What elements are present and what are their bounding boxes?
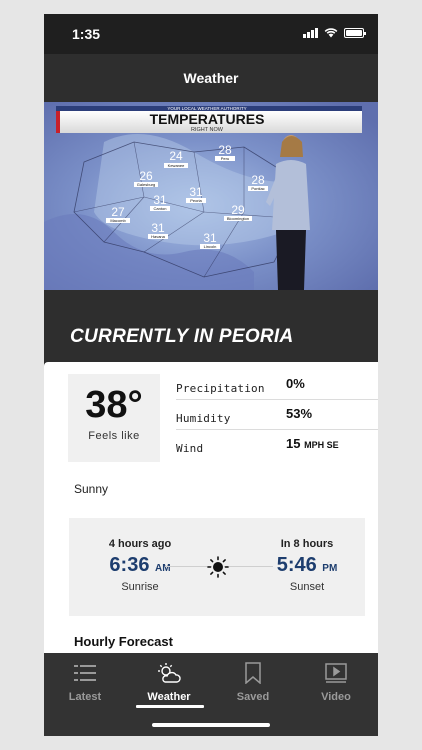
svg-text:Macomb: Macomb: [110, 218, 126, 223]
hourly-forecast-heading: Hourly Forecast: [74, 634, 173, 649]
svg-text:Peoria: Peoria: [190, 198, 202, 203]
svg-text:24: 24: [169, 149, 183, 163]
temperature-map: YOUR LOCAL WEATHER AUTHORITY TEMPERATURE…: [44, 102, 378, 290]
tab-label: Weather: [147, 691, 191, 703]
svg-text:Galesburg: Galesburg: [137, 182, 155, 187]
svg-text:27: 27: [111, 205, 125, 219]
stat-wind: Wind 15 MPH SE: [176, 430, 378, 460]
status-time: 1:35: [72, 26, 101, 42]
tab-label: Saved: [236, 691, 270, 703]
wifi-icon: [324, 28, 338, 38]
svg-text:Pontiac: Pontiac: [251, 186, 264, 191]
nav-bar: Weather: [44, 54, 378, 102]
temperature-box: 38° Feels like: [68, 374, 160, 462]
home-indicator[interactable]: [152, 723, 270, 727]
tab-video[interactable]: Video: [301, 661, 371, 703]
weather-video-player[interactable]: YOUR LOCAL WEATHER AUTHORITY TEMPERATURE…: [44, 102, 378, 290]
tab-latest[interactable]: Latest: [50, 661, 120, 703]
active-tab-indicator: [136, 705, 204, 708]
banner-title: TEMPERATURES: [150, 111, 265, 127]
sunrise-relative: 4 hours ago: [108, 538, 172, 550]
stat-label: Wind: [176, 442, 204, 455]
svg-text:Kewanee: Kewanee: [168, 163, 185, 168]
sunset-label: Sunset: [289, 581, 325, 593]
battery-icon: [344, 27, 366, 38]
svg-text:29: 29: [231, 203, 245, 217]
phone-screen: 1:35 Weather YOUR LOCAL WEATHER AUTHORIT…: [44, 14, 378, 736]
current-section-header: CURRENTLY IN PEORIA: [44, 290, 378, 362]
sunrise-label: Sunrise: [121, 581, 159, 593]
svg-text:28: 28: [218, 143, 232, 157]
current-temperature: 38°: [85, 384, 143, 426]
sun-icon: [207, 556, 229, 578]
tab-label: Video: [321, 691, 351, 703]
sunset-relative: In 8 hours: [280, 538, 334, 550]
svg-text:Havana: Havana: [151, 234, 166, 239]
tab-label: Latest: [68, 691, 102, 703]
list-icon: [50, 661, 120, 685]
svg-text:31: 31: [189, 185, 203, 199]
svg-text:31: 31: [151, 221, 165, 235]
tab-saved[interactable]: Saved: [218, 661, 288, 703]
svg-text:26: 26: [139, 169, 153, 183]
weather-icon: [134, 661, 204, 685]
stat-precipitation: Precipitation 0%: [176, 370, 378, 400]
stat-label: Humidity: [176, 412, 231, 425]
svg-text:28: 28: [251, 173, 265, 187]
feels-like-label: Feels like: [88, 430, 140, 442]
tab-weather[interactable]: Weather: [134, 661, 204, 703]
svg-text:31: 31: [203, 231, 217, 245]
stat-humidity: Humidity 53%: [176, 400, 378, 430]
stat-label: Precipitation: [176, 382, 265, 395]
bookmark-icon: [218, 661, 288, 685]
wind-unit: MPH SE: [304, 440, 339, 450]
page-title: Weather: [183, 70, 239, 86]
svg-text:Lincoln: Lincoln: [204, 244, 217, 249]
sunset-time: 5:46 PM: [276, 554, 338, 576]
svg-text:Peru: Peru: [221, 156, 229, 161]
status-bar: 1:35: [44, 14, 378, 54]
stat-value: 0%: [286, 376, 305, 391]
status-icons: [303, 27, 366, 38]
stat-value: 53%: [286, 406, 313, 421]
svg-text:Canton: Canton: [154, 206, 167, 211]
svg-text:31: 31: [153, 193, 167, 207]
svg-text:Bloomington: Bloomington: [227, 216, 249, 221]
condition-text: Sunny: [74, 482, 109, 496]
play-icon: [301, 661, 371, 685]
sun-times-card: 4 hours ago 6:36 AM Sunrise In 8 hours 5…: [69, 518, 365, 616]
current-conditions-panel: 38° Feels like Precipitation 0% Humidity…: [44, 362, 378, 653]
weather-stats: Precipitation 0% Humidity 53% Wind 15 MP…: [176, 370, 378, 460]
banner-subtitle: RIGHT NOW: [191, 127, 224, 133]
section-heading: CURRENTLY IN PEORIA: [70, 326, 294, 347]
tab-bar: Latest Weather Saved Video: [44, 653, 378, 736]
sunset-block: In 8 hours 5:46 PM Sunset: [261, 538, 353, 593]
stat-value: 15 MPH SE: [286, 436, 339, 451]
cellular-signal-icon: [303, 27, 318, 38]
